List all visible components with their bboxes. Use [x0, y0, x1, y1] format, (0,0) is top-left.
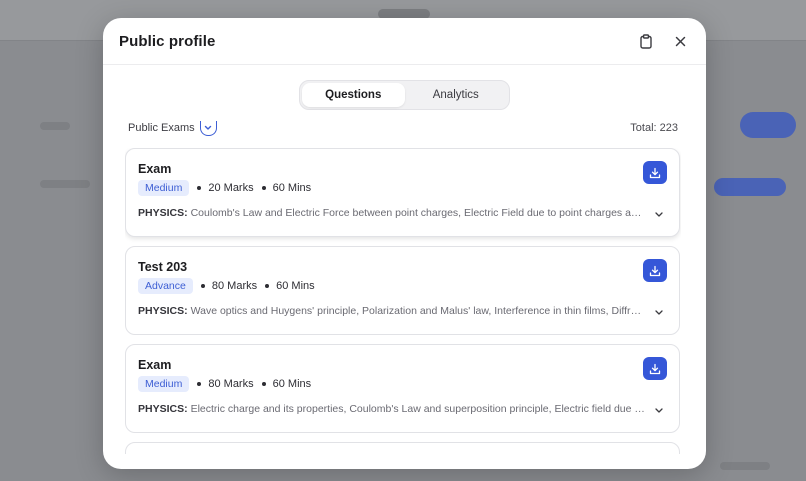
exam-title: Exam [138, 358, 172, 372]
chevron-down-icon[interactable] [653, 208, 665, 220]
chevron-down-icon[interactable] [653, 306, 665, 318]
exam-title: Exam [138, 162, 172, 176]
header-actions [636, 31, 690, 51]
tab-analytics[interactable]: Analytics [405, 83, 508, 107]
separator-dot [261, 382, 266, 386]
exam-marks: 20 Marks [208, 182, 254, 194]
topic-list: Wave optics and Huygens' principle, Pola… [190, 305, 645, 317]
separator-dot [197, 186, 202, 190]
separator-dot [200, 284, 205, 288]
exam-title: Test 203 [138, 260, 188, 274]
separator-dot [261, 186, 266, 190]
exam-duration: 60 Mins [276, 280, 315, 292]
download-button[interactable] [643, 259, 667, 282]
exam-topics: PHYSICS: Wave optics and Huygens' princip… [138, 305, 645, 317]
exam-duration: 60 Mins [272, 378, 312, 390]
subject-label: PHYSICS: [138, 207, 188, 219]
view-tabs: Questions Analytics [299, 80, 510, 110]
chevron-down-icon[interactable] [199, 120, 217, 136]
exam-card[interactable]: Exam Medium 20 Marks 60 Mins PHYSICS: Cou… [125, 148, 680, 237]
tab-questions[interactable]: Questions [302, 83, 405, 107]
download-icon [649, 363, 661, 374]
difficulty-badge: Advance [138, 278, 193, 294]
exam-meta: Medium 80 Marks 60 Mins [138, 376, 667, 392]
background-text [40, 122, 70, 130]
exam-duration: 60 Mins [272, 182, 312, 194]
exam-meta: Medium 20 Marks 60 Mins [138, 180, 667, 196]
exam-marks: 80 Marks [211, 280, 258, 292]
background-button [740, 112, 796, 138]
topic-list: Electric charge and its properties, Coul… [190, 403, 645, 415]
separator-dot [265, 284, 270, 288]
exam-filter: Public Exams [128, 120, 217, 136]
modal-header: Public profile [103, 18, 706, 65]
exam-topics: PHYSICS: Coulomb's Law and Electric Force… [138, 207, 645, 219]
exam-list: Exam Medium 20 Marks 60 Mins PHYSICS: Cou… [125, 148, 681, 454]
download-icon [649, 167, 661, 178]
filter-row: Public Exams Total: 223 [128, 119, 678, 137]
background-button [714, 178, 786, 196]
exam-marks: 80 Marks [208, 378, 254, 390]
download-button[interactable] [643, 161, 667, 184]
exam-topics: PHYSICS: Electric charge and its properti… [138, 403, 645, 415]
difficulty-badge: Medium [138, 180, 190, 196]
subject-label: PHYSICS: [138, 305, 188, 317]
subject-label: PHYSICS: [138, 403, 188, 415]
filter-label: Public Exams [128, 122, 195, 134]
download-button[interactable] [643, 357, 667, 380]
difficulty-badge: Medium [138, 376, 190, 392]
chevron-down-icon[interactable] [653, 404, 665, 416]
close-icon[interactable] [670, 31, 690, 51]
modal-title: Public profile [119, 32, 216, 50]
exam-card[interactable]: Exam Medium 80 Marks 60 Mins PHYSICS: Ele… [125, 344, 680, 433]
exam-meta: Advance 80 Marks 60 Mins [138, 278, 667, 294]
separator-dot [197, 382, 202, 386]
background-text [720, 462, 770, 470]
exam-card[interactable] [125, 442, 680, 454]
topic-list: Coulomb's Law and Electric Force between… [190, 207, 645, 219]
download-icon [649, 265, 661, 276]
total-count: Total: 223 [630, 122, 678, 134]
clipboard-icon[interactable] [636, 31, 656, 51]
background-text [40, 180, 90, 188]
exam-card[interactable]: Test 203 Advance 80 Marks 60 Mins PHYSIC… [125, 246, 680, 335]
public-profile-modal: Public profile Questions Analytics Publi… [103, 18, 706, 469]
